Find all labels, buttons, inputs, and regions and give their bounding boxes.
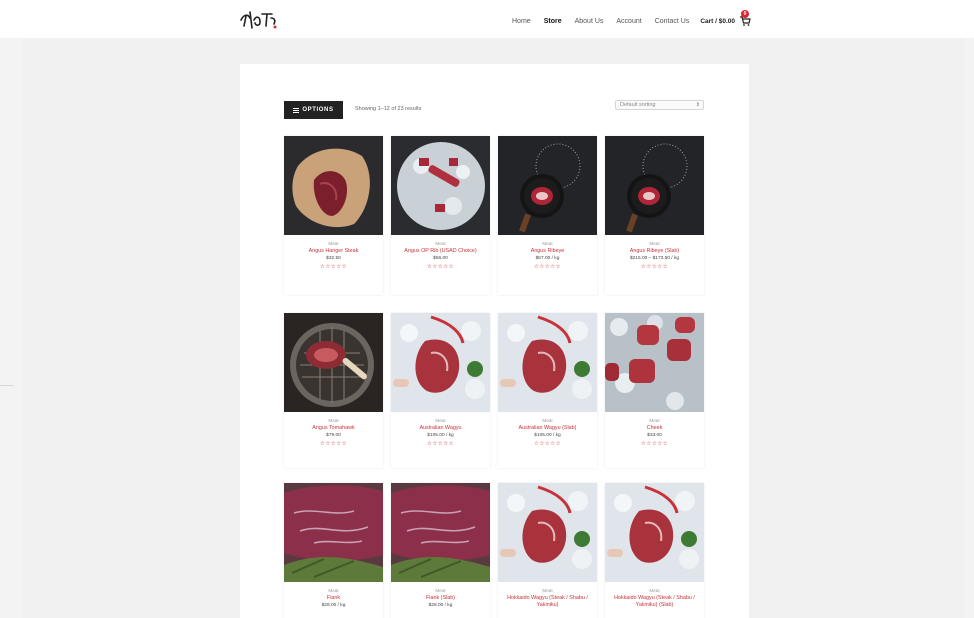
sorting-value: Default sorting <box>620 102 656 108</box>
product-image[interactable] <box>498 483 597 582</box>
product-card[interactable]: Meat Cheek $33.00 ☆☆☆☆☆ <box>605 313 704 468</box>
nav-store[interactable]: Store <box>544 18 562 25</box>
product-name[interactable]: Flank <box>284 594 383 602</box>
product-name[interactable]: Cheek <box>605 424 704 432</box>
product-card[interactable]: Meat Hokkaido Wagyu (Steak / Shabu / Yak… <box>498 483 597 618</box>
product-category: Meat <box>542 588 553 593</box>
rating-stars: ☆☆☆☆☆ <box>426 440 455 447</box>
rating-stars: ☆☆☆☆☆ <box>533 440 562 447</box>
product-card[interactable]: Meat Angus OP Rib (USAD Choice) $56.00 ☆… <box>391 136 490 295</box>
steak-on-paper-image <box>284 136 383 235</box>
product-image[interactable] <box>284 483 383 582</box>
product-name[interactable]: Hokkaido Wagyu (Steak / Shabu / Yakiniku… <box>605 594 704 608</box>
product-price: $56.00 <box>433 255 448 261</box>
product-category: Meat <box>542 241 553 246</box>
product-category: Meat <box>328 418 339 423</box>
product-image[interactable] <box>391 313 490 412</box>
product-category: Meat <box>328 588 339 593</box>
options-label: OPTIONS <box>302 107 334 113</box>
cart-count-badge: 0 <box>741 10 749 18</box>
product-category: Meat <box>649 241 660 246</box>
product-card[interactable]: Meat Angus Hanger Steak $32.50 ☆☆☆☆☆ <box>284 136 383 295</box>
product-name[interactable]: Hokkaido Wagyu (Steak / Shabu / Yakiniku… <box>498 594 597 608</box>
options-button[interactable]: OPTIONS <box>284 101 343 119</box>
tomahawk-on-grill-image <box>284 313 383 412</box>
rating-stars: ☆☆☆☆☆ <box>640 440 669 447</box>
product-name[interactable]: Angus Ribeye (Slab) <box>605 247 704 255</box>
site-header: Home Store About Us Account Contact Us C… <box>0 0 974 38</box>
ribeye-in-pan-image <box>498 136 597 235</box>
product-price: $32.50 <box>326 255 341 261</box>
product-image[interactable] <box>284 313 383 412</box>
product-price: $28.00 / kg <box>428 602 453 608</box>
product-image[interactable] <box>391 136 490 235</box>
product-image[interactable] <box>605 313 704 412</box>
cart-label: Cart / $0.00 <box>700 17 735 25</box>
product-image[interactable] <box>605 483 704 582</box>
wagyu-on-ice-image <box>391 313 490 412</box>
product-category: Meat <box>649 588 660 593</box>
product-name[interactable]: Angus Tomahawk <box>284 424 383 432</box>
nav-account[interactable]: Account <box>616 18 641 25</box>
product-image[interactable] <box>391 483 490 582</box>
product-category: Meat <box>542 418 553 423</box>
rating-stars: ☆☆☆☆☆ <box>426 263 455 270</box>
rating-stars: ☆☆☆☆☆ <box>319 263 348 270</box>
chevron-updown-icon: ⇕ <box>695 102 700 108</box>
product-price: $215.00 – $173.50 / kg <box>629 255 680 261</box>
product-card[interactable]: Meat Australian Wagyu (Slab) $105.00 / k… <box>498 313 597 468</box>
product-name[interactable]: Angus OP Rib (USAD Choice) <box>391 247 490 255</box>
product-image[interactable] <box>284 136 383 235</box>
product-image[interactable] <box>498 136 597 235</box>
product-price: $105.00 / kg <box>534 432 561 438</box>
product-price: $105.00 / kg <box>427 432 454 438</box>
product-name[interactable]: Australian Wagyu (Slab) <box>498 424 597 432</box>
wagyu-on-ice-image <box>498 313 597 412</box>
product-price: $28.00 / kg <box>321 602 346 608</box>
product-card[interactable]: Meat Angus Ribeye (Slab) $215.00 – $173.… <box>605 136 704 295</box>
cheek-on-ice-image <box>605 313 704 412</box>
ribeye-in-pan-image <box>605 136 704 235</box>
product-name[interactable]: Angus Ribeye <box>498 247 597 255</box>
menu-icon <box>293 107 300 113</box>
product-card[interactable]: Meat Flank $28.00 / kg <box>284 483 383 618</box>
divider <box>0 385 14 386</box>
product-price: $79.00 <box>326 432 341 438</box>
product-name[interactable]: Angus Hanger Steak <box>284 247 383 255</box>
product-category: Meat <box>328 241 339 246</box>
rating-stars: ☆☆☆☆☆ <box>533 263 562 270</box>
rating-stars: ☆☆☆☆☆ <box>319 440 348 447</box>
rating-stars: ☆☆☆☆☆ <box>640 263 669 270</box>
product-card[interactable]: Meat Angus Tomahawk $79.00 ☆☆☆☆☆ <box>284 313 383 468</box>
wagyu-on-ice-image <box>498 483 597 582</box>
product-card[interactable]: Meat Angus Ribeye $57.00 / kg ☆☆☆☆☆ <box>498 136 597 295</box>
product-card[interactable]: Meat Australian Wagyu $105.00 / kg ☆☆☆☆☆ <box>391 313 490 468</box>
product-image[interactable] <box>605 136 704 235</box>
wagyu-on-ice-image <box>605 483 704 582</box>
results-count: Showing 1–12 of 23 results <box>355 106 422 112</box>
shop-content: OPTIONS Showing 1–12 of 23 results Defau… <box>240 64 749 618</box>
main-nav: Home Store About Us Account Contact Us C… <box>512 14 751 28</box>
product-name[interactable]: Flank (Slab) <box>391 594 490 602</box>
product-price: $57.00 / kg <box>535 255 560 261</box>
product-category: Meat <box>435 588 446 593</box>
product-image[interactable] <box>498 313 597 412</box>
sorting-select[interactable]: Default sorting ⇕ <box>615 100 704 110</box>
flank-steak-image <box>284 483 383 582</box>
nav-home[interactable]: Home <box>512 18 531 25</box>
product-category: Meat <box>649 418 660 423</box>
brand-logo-icon[interactable] <box>238 6 282 32</box>
nav-about-us[interactable]: About Us <box>575 18 604 25</box>
product-price: $33.00 <box>647 432 662 438</box>
product-card[interactable]: Meat Flank (Slab) $28.00 / kg <box>391 483 490 618</box>
product-category: Meat <box>435 241 446 246</box>
product-card[interactable]: Meat Hokkaido Wagyu (Steak / Shabu / Yak… <box>605 483 704 618</box>
product-name[interactable]: Australian Wagyu <box>391 424 490 432</box>
flank-steak-image <box>391 483 490 582</box>
product-category: Meat <box>435 418 446 423</box>
nav-contact-us[interactable]: Contact Us <box>655 18 690 25</box>
meat-on-ice-image <box>391 136 490 235</box>
